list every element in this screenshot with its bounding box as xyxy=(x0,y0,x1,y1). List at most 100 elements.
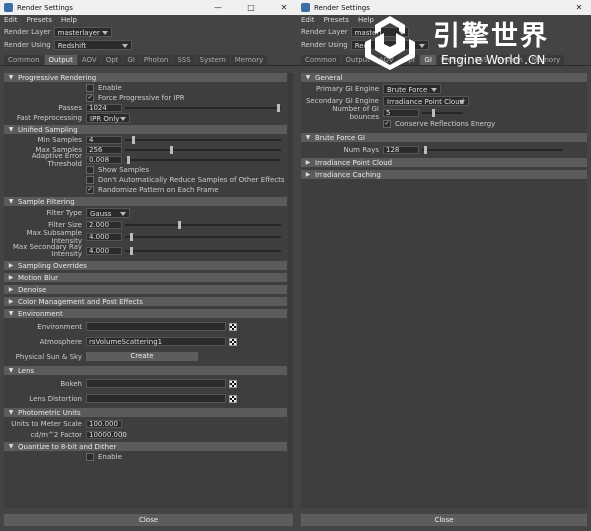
lens-distortion-field[interactable] xyxy=(86,394,226,403)
map-button-icon[interactable] xyxy=(229,322,237,331)
fast-preprocessing-dropdown[interactable]: IPR Only xyxy=(86,113,130,123)
bokeh-row: Bokeh xyxy=(4,376,287,391)
close-icon[interactable]: ✕ xyxy=(272,0,296,15)
cd-factor-input[interactable]: 10000.000 xyxy=(86,430,127,439)
section-environment[interactable]: ▼ Environment xyxy=(4,309,287,318)
window-title: Render Settings xyxy=(314,3,370,12)
section-sampling-overrides[interactable]: ▶ Sampling Overrides xyxy=(4,261,287,270)
min-samples-slider[interactable] xyxy=(122,136,281,144)
tab-sss[interactable]: SSS xyxy=(470,55,492,65)
dont-reduce-checkbox[interactable]: Don't Automatically Reduce Samples of Ot… xyxy=(86,175,285,185)
tab-output[interactable]: Output xyxy=(44,55,77,65)
section-sample-filtering[interactable]: ▼ Sample Filtering xyxy=(4,197,287,206)
section-brute-force-gi[interactable]: ▼ Brute Force GI xyxy=(301,133,587,142)
tab-gi[interactable]: GI xyxy=(420,55,436,65)
tab-memory[interactable]: Memory xyxy=(230,55,268,65)
window-title: Render Settings xyxy=(17,3,73,12)
map-button-icon[interactable] xyxy=(229,337,237,346)
filter-size-slider[interactable] xyxy=(122,221,281,229)
secondary-gi-dropdown[interactable]: Irradiance Point Cloud xyxy=(383,96,469,106)
max-secondary-input[interactable]: 4.000 xyxy=(86,247,122,255)
menu-help[interactable]: Help xyxy=(358,16,374,24)
tab-system[interactable]: System xyxy=(195,55,230,65)
tab-output[interactable]: Output xyxy=(341,55,374,65)
section-unified-sampling[interactable]: ▼ Unified Sampling xyxy=(4,125,287,134)
menu-edit[interactable]: Edit xyxy=(301,16,315,24)
force-ipr-checkbox[interactable]: ✓ Force Progressive for IPR xyxy=(86,93,185,103)
render-using-dropdown[interactable]: Redshift xyxy=(53,40,132,50)
section-photometric-units[interactable]: ▼ Photometric Units xyxy=(4,408,287,417)
passes-slider[interactable] xyxy=(122,104,281,112)
tab-memory[interactable]: Memory xyxy=(527,55,565,65)
max-secondary-slider[interactable] xyxy=(122,247,281,255)
meter-scale-input[interactable]: 100.000 xyxy=(86,419,122,428)
adaptive-error-slider[interactable] xyxy=(122,156,281,164)
filter-type-dropdown[interactable]: Gauss xyxy=(86,208,130,218)
render-layer-dropdown[interactable]: masterlayer xyxy=(53,27,112,37)
title-bar: Render Settings — □ ✕ xyxy=(0,0,297,15)
primary-gi-dropdown[interactable]: Brute Force xyxy=(383,84,441,94)
vertical-scrollbar[interactable] xyxy=(288,73,293,508)
close-icon[interactable]: ✕ xyxy=(567,0,591,15)
passes-input[interactable]: 1024 xyxy=(86,104,122,112)
filter-size-input[interactable]: 2.000 xyxy=(86,221,122,229)
section-lens[interactable]: ▼ Lens xyxy=(4,366,287,375)
quantize-enable-checkbox[interactable]: Enable xyxy=(86,452,122,462)
section-quantize[interactable]: ▼ Quantize to 8-bit and Dither xyxy=(4,442,287,451)
render-using-dropdown[interactable]: Red xyxy=(350,40,429,50)
tab-sss[interactable]: SSS xyxy=(173,55,195,65)
section-irradiance-caching[interactable]: ▶ Irradiance Caching xyxy=(301,170,587,179)
section-denoise[interactable]: ▶ Denoise xyxy=(4,285,287,294)
lens-distortion-row: Lens Distortion xyxy=(4,391,287,406)
tab-opt[interactable]: Opt xyxy=(398,55,420,65)
adaptive-error-input[interactable]: 0.008 xyxy=(86,156,122,164)
map-button-icon[interactable] xyxy=(229,394,237,403)
render-layer-dropdown[interactable]: masterl xyxy=(350,27,409,37)
tab-aov[interactable]: AOV xyxy=(374,55,398,65)
gi-bounces-input[interactable]: 5 xyxy=(383,109,419,117)
gi-bounces-slider[interactable] xyxy=(419,109,463,117)
menu-help[interactable]: Help xyxy=(61,16,77,24)
max-subsample-input[interactable]: 4.000 xyxy=(86,233,122,241)
num-rays-slider[interactable] xyxy=(419,145,563,154)
min-samples-input[interactable]: 4 xyxy=(86,136,122,144)
section-color-management[interactable]: ▶ Color Management and Post Effects xyxy=(4,297,287,306)
bokeh-field[interactable] xyxy=(86,379,226,388)
section-general[interactable]: ▼ General xyxy=(301,73,587,82)
maximize-icon[interactable]: □ xyxy=(239,0,263,15)
tab-opt[interactable]: Opt xyxy=(101,55,123,65)
randomize-checkbox[interactable]: ✓ Randomize Pattern on Each Frame xyxy=(86,185,219,195)
menu-presets[interactable]: Presets xyxy=(27,16,52,24)
section-irradiance-point-cloud[interactable]: ▶ Irradiance Point Cloud xyxy=(301,158,587,167)
tab-photon[interactable]: Photon xyxy=(436,55,470,65)
section-progressive-rendering[interactable]: ▼ Progressive Rendering xyxy=(4,73,287,82)
tab-aov[interactable]: AOV xyxy=(77,55,101,65)
menu-edit[interactable]: Edit xyxy=(4,16,18,24)
max-samples-slider[interactable] xyxy=(122,146,281,154)
tab-common[interactable]: Common xyxy=(301,55,341,65)
section-motion-blur[interactable]: ▶ Motion Blur xyxy=(4,273,287,282)
create-button[interactable]: Create xyxy=(86,352,198,361)
max-samples-input[interactable]: 256 xyxy=(86,146,122,154)
conserve-checkbox[interactable]: ✓ Conserve Reflections Energy xyxy=(383,119,495,129)
tab-system[interactable]: System xyxy=(492,55,527,65)
settings-scroll-area: ▼ Progressive Rendering Enable ✓ Force Pr… xyxy=(4,73,293,508)
tab-common[interactable]: Common xyxy=(4,55,44,65)
close-button[interactable]: Close xyxy=(4,514,293,526)
tab-photon[interactable]: Photon xyxy=(139,55,173,65)
minimize-icon[interactable]: — xyxy=(206,0,230,15)
render-using-label: Render Using xyxy=(4,41,51,49)
environment-row: Environment xyxy=(4,319,287,334)
num-rays-input[interactable]: 128 xyxy=(383,145,419,154)
progressive-enable-checkbox[interactable]: Enable xyxy=(86,83,122,93)
max-subsample-slider[interactable] xyxy=(122,233,281,241)
environment-field[interactable] xyxy=(86,322,226,331)
map-button-icon[interactable] xyxy=(229,379,237,388)
filter-type-label: Filter Type xyxy=(46,209,82,217)
tab-gi[interactable]: GI xyxy=(123,55,139,65)
atmosphere-field[interactable]: rsVolumeScattering1 xyxy=(86,337,226,346)
close-button[interactable]: Close xyxy=(301,514,587,526)
render-layer-label: Render Layer xyxy=(4,28,51,36)
menu-presets[interactable]: Presets xyxy=(324,16,349,24)
show-samples-checkbox[interactable]: Show Samples xyxy=(86,165,149,175)
